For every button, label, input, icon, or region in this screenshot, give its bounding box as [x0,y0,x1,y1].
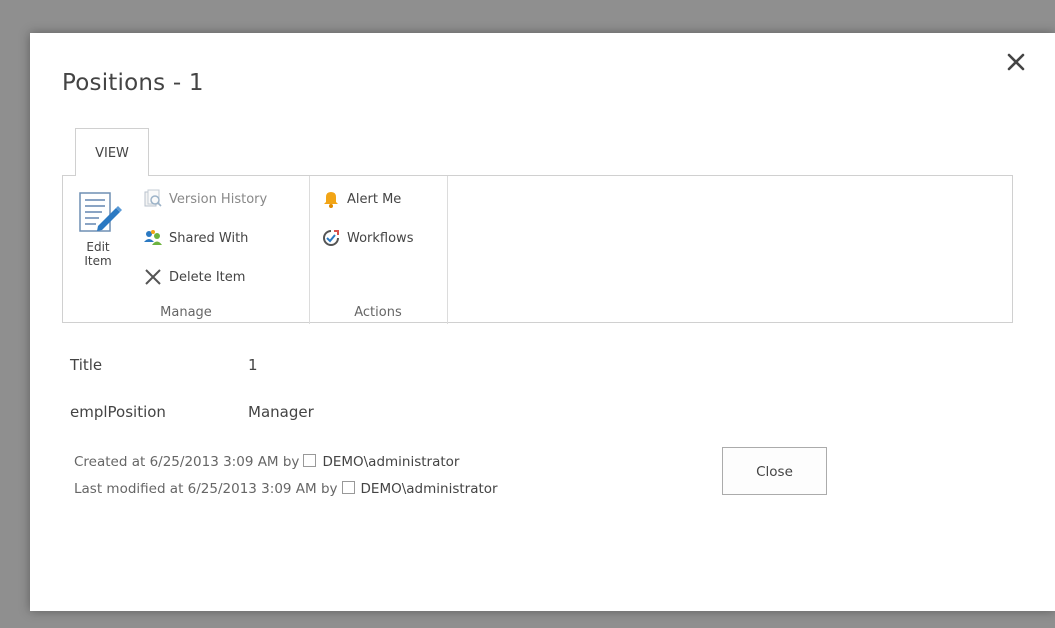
workflows-button[interactable]: Workflows [321,225,413,251]
ribbon-group-manage: Edit Item Version History Shared With De… [63,176,310,324]
close-button[interactable]: Close [722,447,827,495]
alert-me-label: Alert Me [347,191,402,207]
presence-icon [303,454,317,467]
workflows-label: Workflows [347,230,414,246]
modified-info: Last modified at 6/25/2013 3:09 AM by DEM… [74,481,498,497]
delete-x-icon [143,267,163,287]
field-label-title: Title [70,356,103,374]
version-history-icon [143,189,163,209]
group-label-manage: Manage [160,305,212,320]
edit-item-button[interactable]: Edit Item [67,186,129,286]
created-info: Created at 6/25/2013 3:09 AM by DEMO\admi… [74,454,460,470]
tab-view[interactable]: VIEW [75,128,149,176]
page-title: Positions - 1 [62,70,204,96]
shared-with-button[interactable]: Shared With [143,225,248,251]
field-value-title: 1 [248,356,258,374]
shared-with-icon [143,228,163,248]
group-label-actions: Actions [354,305,402,320]
workflows-icon [321,228,341,248]
created-by-user-link[interactable]: DEMO\administrator [322,454,459,470]
close-icon[interactable] [1005,51,1027,73]
ribbon: Edit Item Version History Shared With De… [62,175,1013,324]
delete-item-button[interactable]: Delete Item [143,264,245,290]
edit-item-icon [79,192,122,232]
created-text: Created at 6/25/2013 3:09 AM by [74,454,300,470]
edit-item-label-line2: Item [84,254,112,268]
version-history-label: Version History [169,191,268,207]
modified-by-user-link[interactable]: DEMO\administrator [361,481,498,497]
ribbon-group-actions: Alert Me Workflows Actions [309,176,448,324]
shared-with-label: Shared With [169,230,249,246]
field-label-emplposition: emplPosition [70,403,166,421]
field-value-emplposition: Manager [248,403,314,421]
version-history-button[interactable]: Version History [143,186,267,212]
close-icon-glyph [1007,53,1025,71]
alert-me-button[interactable]: Alert Me [321,186,401,212]
bell-icon [321,189,341,209]
presence-icon [341,481,355,494]
delete-item-label: Delete Item [169,269,246,285]
item-dialog: Positions - 1 VIEW Edit Item Version His… [30,33,1055,611]
modified-text: Last modified at 6/25/2013 3:09 AM by [74,481,338,497]
edit-item-label-line1: Edit [86,240,110,254]
